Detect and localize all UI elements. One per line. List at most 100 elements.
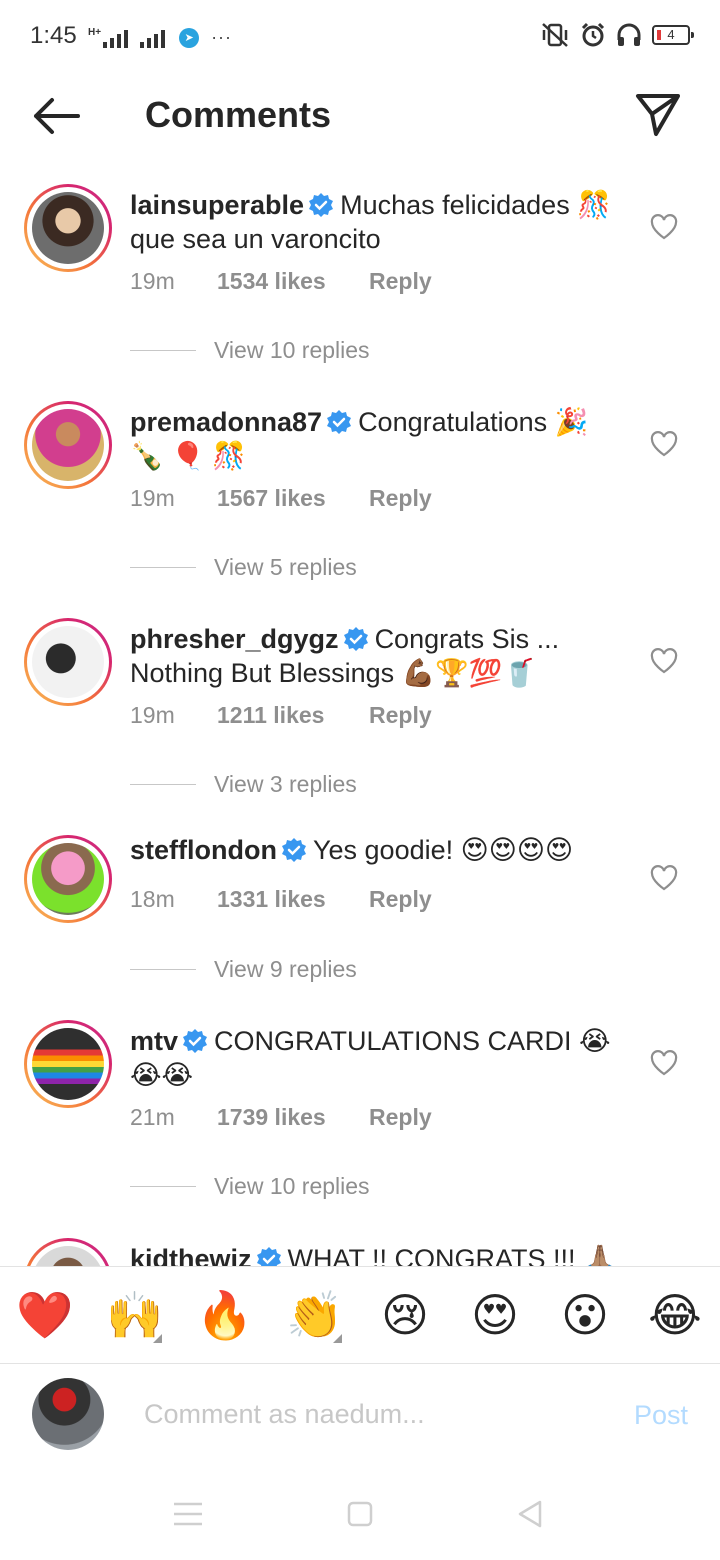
- back-nav-icon[interactable]: [510, 1496, 550, 1532]
- telegram-icon: ➤: [179, 28, 200, 48]
- emoji-laughing-button[interactable]: 😂: [630, 1285, 720, 1345]
- emoji-heart-button[interactable]: ❤️: [0, 1285, 90, 1345]
- like-heart-icon[interactable]: [650, 431, 678, 457]
- post-button[interactable]: Post: [634, 1400, 688, 1431]
- comment-username[interactable]: lainsuperable: [130, 190, 304, 220]
- home-nav-icon[interactable]: [340, 1496, 380, 1532]
- network-type-label: H+: [88, 27, 102, 38]
- comment-meta: 18m 1331 likes Reply: [130, 886, 432, 913]
- emoji-raised-hands-button[interactable]: 🙌: [90, 1285, 180, 1345]
- avatar[interactable]: [24, 1020, 112, 1108]
- comment-time: 21m: [130, 1104, 175, 1130]
- comments-header: Comments: [0, 72, 720, 162]
- emoji-fire-button[interactable]: 🔥: [180, 1285, 270, 1345]
- menu-nav-icon[interactable]: [168, 1496, 208, 1532]
- verified-badge-icon: [183, 1029, 208, 1053]
- reply-button[interactable]: Reply: [369, 886, 432, 913]
- avatar[interactable]: [24, 618, 112, 706]
- comment-body: WHAT !! CONGRATS !!! 🙏🏽: [287, 1244, 617, 1266]
- comment-time: 18m: [130, 886, 175, 912]
- mobile-signal-icon: H+: [88, 27, 129, 48]
- comment-meta: 21m 1739 likes Reply: [130, 1104, 432, 1131]
- view-replies-label: View 10 replies: [214, 1173, 370, 1199]
- status-bar: 1:45 H+ ➤ ··· 4: [0, 0, 720, 72]
- comment-text: lainsuperable Muchas felicidades 🎊 que se…: [130, 188, 620, 256]
- comment-likes[interactable]: 1567 likes: [217, 485, 369, 512]
- emoji-crying-button[interactable]: 😢: [360, 1285, 450, 1345]
- comment-username[interactable]: premadonna87: [130, 407, 322, 437]
- view-replies-label: View 3 replies: [214, 771, 357, 797]
- comment-username[interactable]: phresher_dgygz: [130, 624, 339, 654]
- view-replies-button[interactable]: View 9 replies: [130, 956, 357, 983]
- comment-likes[interactable]: 1534 likes: [217, 268, 369, 295]
- like-heart-icon[interactable]: [650, 865, 678, 891]
- comment-time: 19m: [130, 702, 175, 728]
- comment-meta: 19m 1567 likes Reply: [130, 485, 432, 512]
- comment-username[interactable]: stefflondon: [130, 835, 277, 865]
- skin-tone-indicator-icon: [333, 1334, 342, 1343]
- verified-badge-icon: [343, 627, 368, 651]
- status-time: 1:45: [30, 22, 77, 49]
- like-heart-icon[interactable]: [650, 214, 678, 240]
- comment-text: stefflondon Yes goodie! 😍😍😍😍: [130, 833, 620, 867]
- avatar[interactable]: [24, 835, 112, 923]
- comment-likes[interactable]: 1331 likes: [217, 886, 369, 913]
- comment-meta: 19m 1211 likes Reply: [130, 702, 432, 729]
- emoji-heart-eyes-button[interactable]: 😍: [450, 1285, 540, 1345]
- comment-time: 19m: [130, 268, 175, 294]
- comment-text: kidthewiz WHAT !! CONGRATS !!! 🙏🏽: [130, 1242, 620, 1266]
- comment-username[interactable]: mtv: [130, 1026, 178, 1056]
- reply-button[interactable]: Reply: [369, 702, 432, 729]
- more-notifications-icon: ···: [211, 27, 233, 47]
- view-replies-label: View 10 replies: [214, 337, 370, 363]
- avatar[interactable]: [24, 1238, 112, 1266]
- system-nav-bar: [0, 1470, 720, 1560]
- view-replies-button[interactable]: View 5 replies: [130, 554, 357, 581]
- battery-level: 4: [667, 27, 675, 42]
- comments-list[interactable]: lainsuperable Muchas felicidades 🎊 que se…: [0, 180, 720, 1266]
- emoji-clap-button[interactable]: 👏: [270, 1285, 360, 1345]
- replies-divider: [130, 567, 196, 568]
- view-replies-label: View 5 replies: [214, 554, 357, 580]
- current-user-avatar: [32, 1378, 104, 1450]
- comment-input[interactable]: [144, 1394, 604, 1434]
- verified-badge-icon: [256, 1247, 281, 1266]
- reply-button[interactable]: Reply: [369, 485, 432, 512]
- verified-badge-icon: [281, 838, 306, 862]
- comment-text: premadonna87 Congratulations 🎉 🍾 🎈 🎊: [130, 405, 620, 473]
- headphones-icon: [617, 23, 641, 46]
- reply-button[interactable]: Reply: [369, 268, 432, 295]
- verified-badge-icon: [309, 193, 334, 217]
- comment-username[interactable]: kidthewiz: [130, 1244, 252, 1266]
- back-arrow-icon[interactable]: [30, 94, 82, 138]
- avatar[interactable]: [24, 401, 112, 489]
- comment-composer: Post: [0, 1364, 720, 1470]
- signal-bars-icon: [140, 28, 166, 48]
- view-replies-label: View 9 replies: [214, 956, 357, 982]
- replies-divider: [130, 969, 196, 970]
- view-replies-button[interactable]: View 10 replies: [130, 337, 370, 364]
- reply-button[interactable]: Reply: [369, 1104, 432, 1131]
- skin-tone-indicator-icon: [153, 1334, 162, 1343]
- replies-divider: [130, 784, 196, 785]
- verified-badge-icon: [327, 410, 352, 434]
- like-heart-icon[interactable]: [650, 1050, 678, 1076]
- comment-text: mtv CONGRATULATIONS CARDI 😭😭😭: [130, 1024, 620, 1092]
- emoji-reaction-bar: ❤️ 🙌 🔥 👏 😢 😍 😮 😂: [0, 1266, 720, 1364]
- direct-share-icon[interactable]: [634, 90, 682, 138]
- like-heart-icon[interactable]: [650, 648, 678, 674]
- avatar[interactable]: [24, 184, 112, 272]
- emoji-surprised-button[interactable]: 😮: [540, 1285, 630, 1345]
- comment-text: phresher_dgygz Congrats Sis ... Nothing B…: [130, 622, 620, 690]
- page-title: Comments: [145, 94, 332, 135]
- system-icons: 4: [540, 22, 694, 48]
- comment-likes[interactable]: 1211 likes: [217, 702, 369, 729]
- alarm-icon: [581, 22, 605, 47]
- replies-divider: [130, 1186, 196, 1187]
- comment-time: 19m: [130, 485, 175, 511]
- vibrate-off-icon: [542, 23, 568, 47]
- comment-likes[interactable]: 1739 likes: [217, 1104, 369, 1131]
- view-replies-button[interactable]: View 3 replies: [130, 771, 357, 798]
- comment-meta: 19m 1534 likes Reply: [130, 268, 432, 295]
- view-replies-button[interactable]: View 10 replies: [130, 1173, 370, 1200]
